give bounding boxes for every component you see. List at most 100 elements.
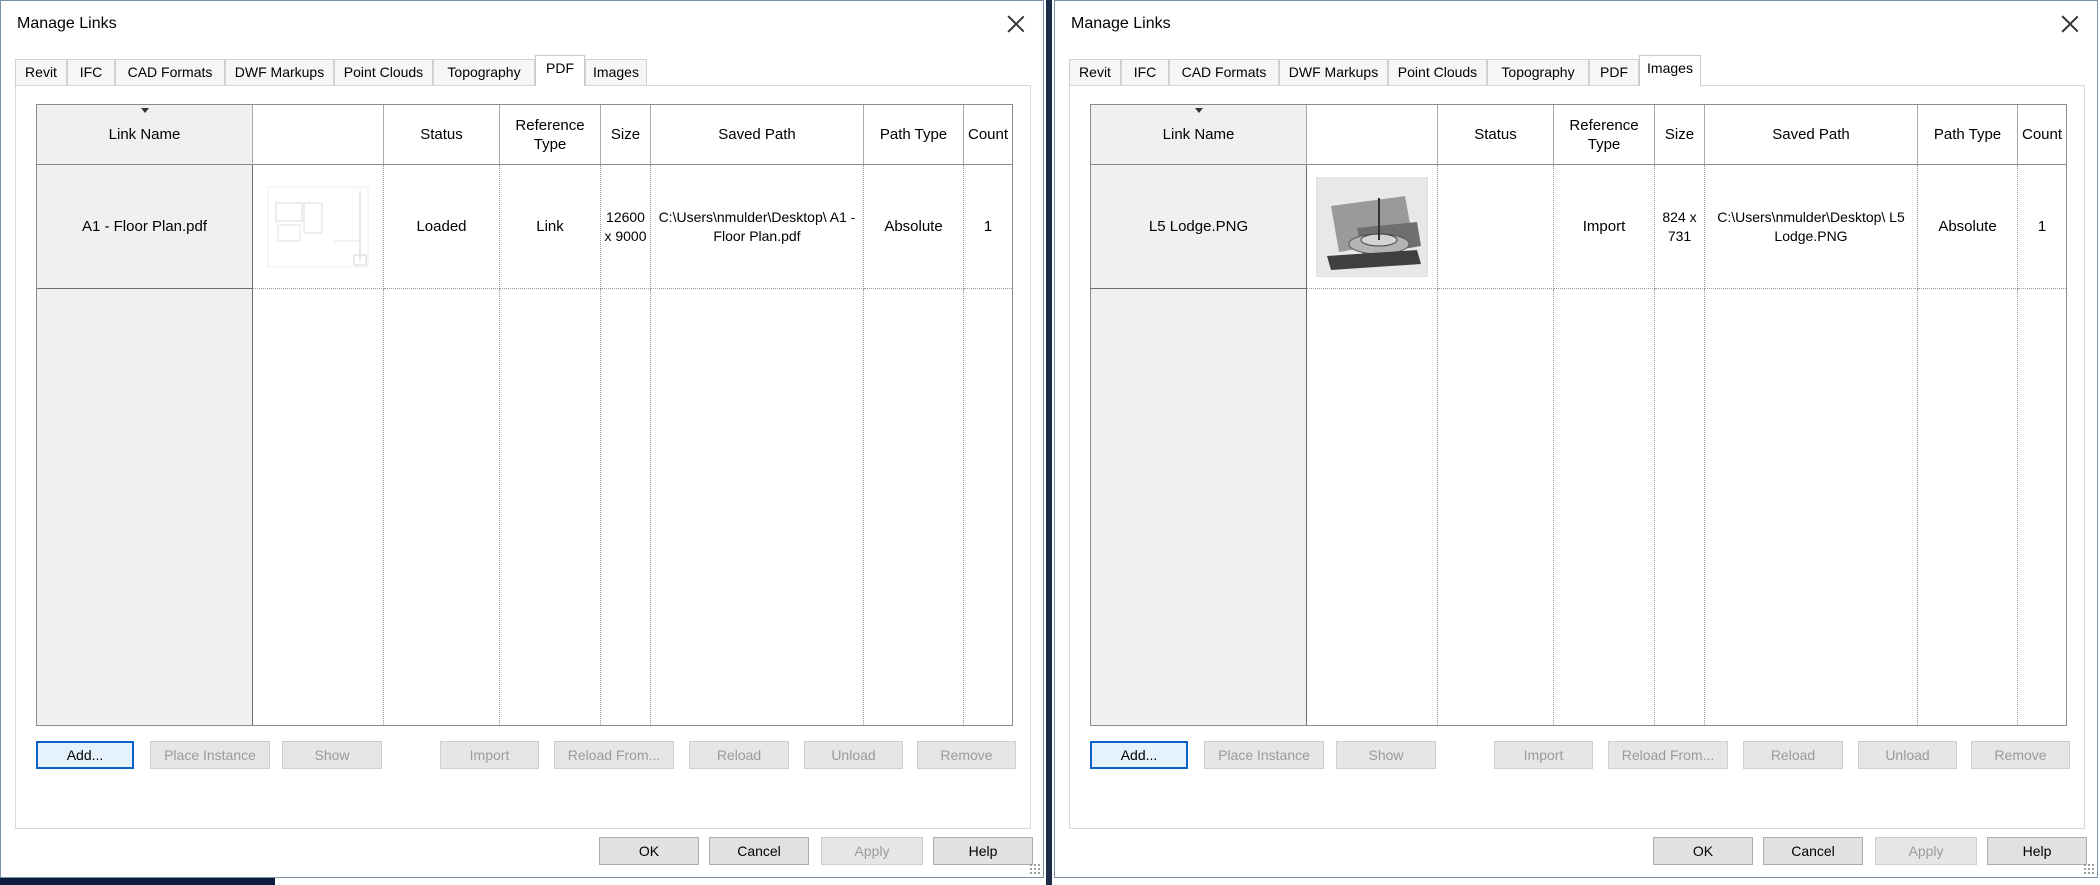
column-header-preview[interactable] bbox=[1307, 105, 1438, 165]
tab-topography[interactable]: Topography bbox=[433, 59, 535, 85]
resize-grip-icon[interactable] bbox=[1029, 863, 1041, 875]
show-button[interactable]: Show bbox=[1336, 741, 1436, 769]
cancel-button[interactable]: Cancel bbox=[1763, 837, 1863, 865]
empty-row-area bbox=[1091, 289, 1307, 725]
column-header-link-name[interactable]: Link Name bbox=[37, 105, 253, 165]
column-header-reference-type[interactable]: Reference Type bbox=[1554, 105, 1655, 165]
tab-point-clouds[interactable]: Point Clouds bbox=[334, 59, 433, 85]
place-instance-button[interactable]: Place Instance bbox=[150, 741, 270, 769]
column-header-saved-path[interactable]: Saved Path bbox=[651, 105, 864, 165]
close-icon[interactable] bbox=[2053, 7, 2087, 41]
column-header-path-type[interactable]: Path Type bbox=[1918, 105, 2018, 165]
cell-reference-type[interactable]: Import bbox=[1554, 165, 1655, 289]
unload-button[interactable]: Unload bbox=[804, 741, 903, 769]
column-header-status[interactable]: Status bbox=[1438, 105, 1554, 165]
cell-link-name[interactable]: A1 - Floor Plan.pdf bbox=[37, 165, 253, 289]
place-instance-button[interactable]: Place Instance bbox=[1204, 741, 1324, 769]
ok-button[interactable]: OK bbox=[1653, 837, 1753, 865]
reload-from-button[interactable]: Reload From... bbox=[1608, 741, 1728, 769]
tab-ifc[interactable]: IFC bbox=[67, 59, 115, 85]
cell-size: 824 x 731 bbox=[1655, 165, 1705, 289]
column-header-count[interactable]: Count bbox=[2018, 105, 2066, 165]
import-button[interactable]: Import bbox=[1494, 741, 1593, 769]
remove-button[interactable]: Remove bbox=[1971, 741, 2070, 769]
tab-topography[interactable]: Topography bbox=[1487, 59, 1589, 85]
background-strip bbox=[1046, 0, 1052, 885]
reload-from-button[interactable]: Reload From... bbox=[554, 741, 674, 769]
tab-strip: Revit IFC CAD Formats DWF Markups Point … bbox=[1069, 55, 2079, 86]
empty-column bbox=[500, 289, 601, 725]
tab-dwf-markups[interactable]: DWF Markups bbox=[1279, 59, 1388, 85]
empty-column bbox=[1918, 289, 2018, 725]
tab-images[interactable]: Images bbox=[1639, 55, 1701, 86]
empty-column bbox=[1438, 289, 1554, 725]
tab-images[interactable]: Images bbox=[585, 59, 647, 85]
column-header-link-name[interactable]: Link Name bbox=[1091, 105, 1307, 165]
empty-column bbox=[651, 289, 864, 725]
empty-row-area bbox=[37, 289, 253, 725]
tab-cad-formats[interactable]: CAD Formats bbox=[115, 59, 225, 85]
empty-column bbox=[601, 289, 651, 725]
cell-preview bbox=[253, 165, 384, 289]
cell-preview bbox=[1307, 165, 1438, 289]
tab-pdf[interactable]: PDF bbox=[1589, 59, 1639, 85]
cell-path-type[interactable]: Absolute bbox=[864, 165, 964, 289]
cell-status: Loaded bbox=[384, 165, 500, 289]
close-icon[interactable] bbox=[999, 7, 1033, 41]
dialog-title: Manage Links bbox=[17, 15, 117, 32]
tab-cad-formats[interactable]: CAD Formats bbox=[1169, 59, 1279, 85]
add-button[interactable]: Add... bbox=[1090, 741, 1188, 769]
tab-ifc[interactable]: IFC bbox=[1121, 59, 1169, 85]
cell-saved-path: C:\Users\nmulder\Desktop\ A1 - Floor Pla… bbox=[651, 165, 864, 289]
cell-saved-path: C:\Users\nmulder\Desktop\ L5 Lodge.PNG bbox=[1705, 165, 1918, 289]
column-header-saved-path[interactable]: Saved Path bbox=[1705, 105, 1918, 165]
show-button[interactable]: Show bbox=[282, 741, 382, 769]
empty-column bbox=[1307, 289, 1438, 725]
column-header-count[interactable]: Count bbox=[964, 105, 1012, 165]
cell-link-name[interactable]: L5 Lodge.PNG bbox=[1091, 165, 1307, 289]
links-table: Link Name Status Reference Type Size Sav… bbox=[1090, 104, 2067, 726]
cancel-button[interactable]: Cancel bbox=[709, 837, 809, 865]
ok-button[interactable]: OK bbox=[599, 837, 699, 865]
column-header-size[interactable]: Size bbox=[601, 105, 651, 165]
column-header-preview[interactable] bbox=[253, 105, 384, 165]
manage-links-dialog-images: Manage Links Revit IFC CAD Formats DWF M… bbox=[1054, 0, 2098, 878]
background-strip bbox=[0, 878, 275, 885]
resize-grip-icon[interactable] bbox=[2083, 863, 2095, 875]
remove-button[interactable]: Remove bbox=[917, 741, 1016, 769]
reload-button[interactable]: Reload bbox=[689, 741, 789, 769]
tab-strip: Revit IFC CAD Formats DWF Markups Point … bbox=[15, 55, 1025, 86]
empty-column bbox=[1554, 289, 1655, 725]
floor-plan-preview-icon bbox=[267, 186, 369, 267]
tab-revit[interactable]: Revit bbox=[15, 59, 67, 85]
column-header-path-type[interactable]: Path Type bbox=[864, 105, 964, 165]
empty-column bbox=[964, 289, 1012, 725]
cell-status bbox=[1438, 165, 1554, 289]
unload-button[interactable]: Unload bbox=[1858, 741, 1957, 769]
apply-button[interactable]: Apply bbox=[1875, 837, 1977, 865]
reload-button[interactable]: Reload bbox=[1743, 741, 1843, 769]
cell-reference-type[interactable]: Link bbox=[500, 165, 601, 289]
help-button[interactable]: Help bbox=[933, 837, 1033, 865]
cell-size: 12600 x 9000 bbox=[601, 165, 651, 289]
tab-pdf[interactable]: PDF bbox=[535, 55, 585, 86]
empty-column bbox=[1655, 289, 1705, 725]
cell-path-type[interactable]: Absolute bbox=[1918, 165, 2018, 289]
tab-dwf-markups[interactable]: DWF Markups bbox=[225, 59, 334, 85]
header-label: Link Name bbox=[1162, 126, 1235, 143]
tab-point-clouds[interactable]: Point Clouds bbox=[1388, 59, 1487, 85]
import-button[interactable]: Import bbox=[440, 741, 539, 769]
column-header-size[interactable]: Size bbox=[1655, 105, 1705, 165]
column-header-reference-type[interactable]: Reference Type bbox=[500, 105, 601, 165]
sort-down-icon bbox=[140, 108, 149, 113]
help-button[interactable]: Help bbox=[1987, 837, 2087, 865]
header-label: Link Name bbox=[108, 126, 181, 143]
apply-button[interactable]: Apply bbox=[821, 837, 923, 865]
tab-revit[interactable]: Revit bbox=[1069, 59, 1121, 85]
lodge-3d-preview-icon bbox=[1316, 176, 1428, 277]
add-button[interactable]: Add... bbox=[36, 741, 134, 769]
tab-panel: Link Name Status Reference Type Size Sav… bbox=[15, 85, 1031, 829]
tab-panel: Link Name Status Reference Type Size Sav… bbox=[1069, 85, 2085, 829]
empty-column bbox=[2018, 289, 2066, 725]
column-header-status[interactable]: Status bbox=[384, 105, 500, 165]
